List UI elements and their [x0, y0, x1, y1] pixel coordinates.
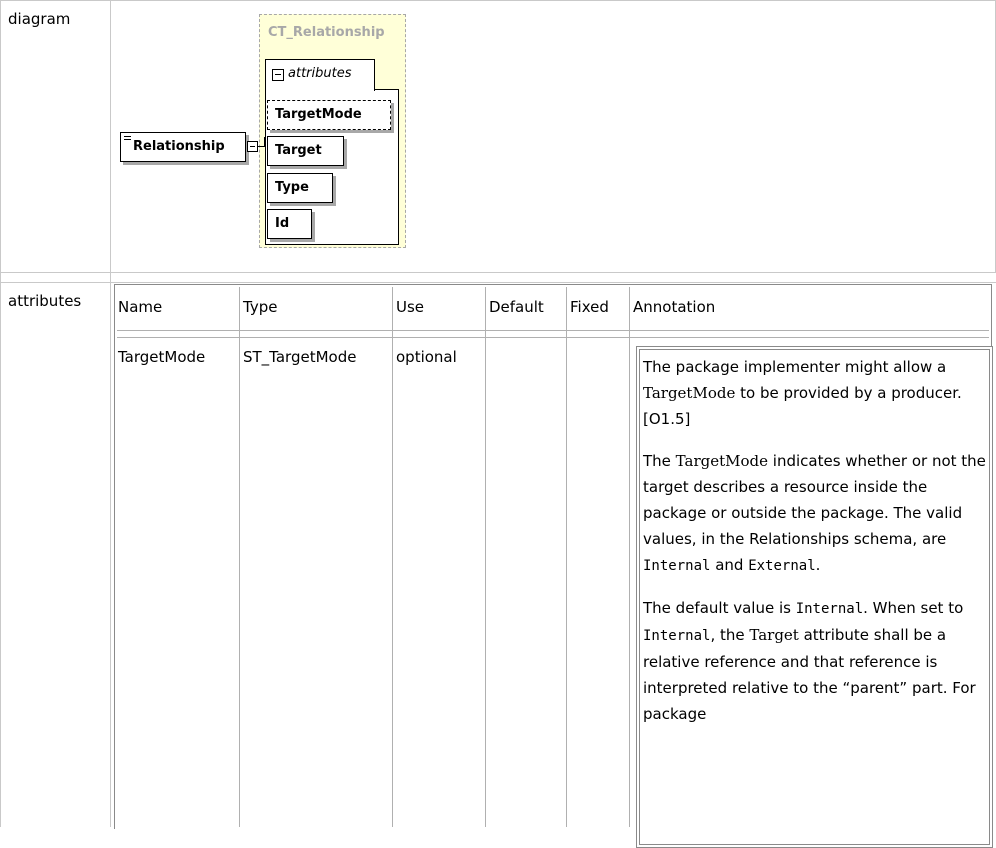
col-sep-5 [629, 287, 630, 827]
attr-node-targetmode[interactable]: TargetMode [267, 100, 391, 130]
header-type: Type [243, 298, 278, 316]
element-name: Relationship [133, 139, 225, 154]
cell-use: optional [396, 348, 457, 366]
annotation-paragraph-1: The package implementer might allow a Ta… [643, 358, 962, 428]
attributes-group-label: attributes [288, 66, 352, 81]
attributes-table: Name Type Use Default Fixed Annotation T… [112, 282, 996, 848]
element-lines-icon [124, 136, 131, 142]
row-top-divider [117, 337, 989, 338]
header-default: Default [489, 298, 544, 316]
attributes-group-tab[interactable]: attributes [265, 59, 375, 91]
annotation-text: The package implementer might allow a Ta… [643, 354, 987, 743]
header-fixed: Fixed [570, 298, 609, 316]
attr-node-target[interactable]: Target [267, 136, 344, 166]
connector-line-v [264, 137, 265, 147]
diagram-label: diagram [8, 10, 71, 28]
element-node-relationship[interactable]: Relationship [120, 132, 246, 162]
row-divider [0, 272, 996, 273]
annotation-paragraph-2: The TargetMode indicates whether or not … [643, 452, 986, 574]
header-annotation: Annotation [633, 298, 716, 316]
col-sep-2 [392, 287, 393, 827]
complex-type-title: CT_Relationship [268, 25, 385, 40]
label-column-divider [110, 0, 111, 827]
sequence-collapse-icon[interactable] [247, 141, 258, 152]
attr-node-id[interactable]: Id [267, 209, 312, 239]
schema-doc-page: diagram attributes CT_Relationship attri… [0, 0, 996, 848]
table-top-border [114, 284, 992, 285]
header-name: Name [118, 298, 163, 316]
col-sep-3 [485, 287, 486, 827]
table-left-border [114, 284, 115, 829]
cell-name: TargetMode [118, 348, 206, 366]
annotation-paragraph-3: The default value is Internal. When set … [643, 599, 976, 723]
attr-node-type[interactable]: Type [267, 173, 333, 203]
cell-type: ST_TargetMode [243, 348, 357, 366]
collapse-icon[interactable] [272, 69, 284, 81]
attributes-label: attributes [8, 292, 82, 310]
col-sep-4 [566, 287, 567, 827]
left-edge [0, 0, 1, 827]
top-border [0, 0, 996, 1]
header-divider [117, 330, 989, 331]
col-sep-1 [239, 287, 240, 827]
complex-type-box: CT_Relationship attributes TargetMode Ta… [259, 14, 406, 248]
schema-diagram: CT_Relationship attributes TargetMode Ta… [112, 2, 996, 272]
header-use: Use [396, 298, 425, 316]
